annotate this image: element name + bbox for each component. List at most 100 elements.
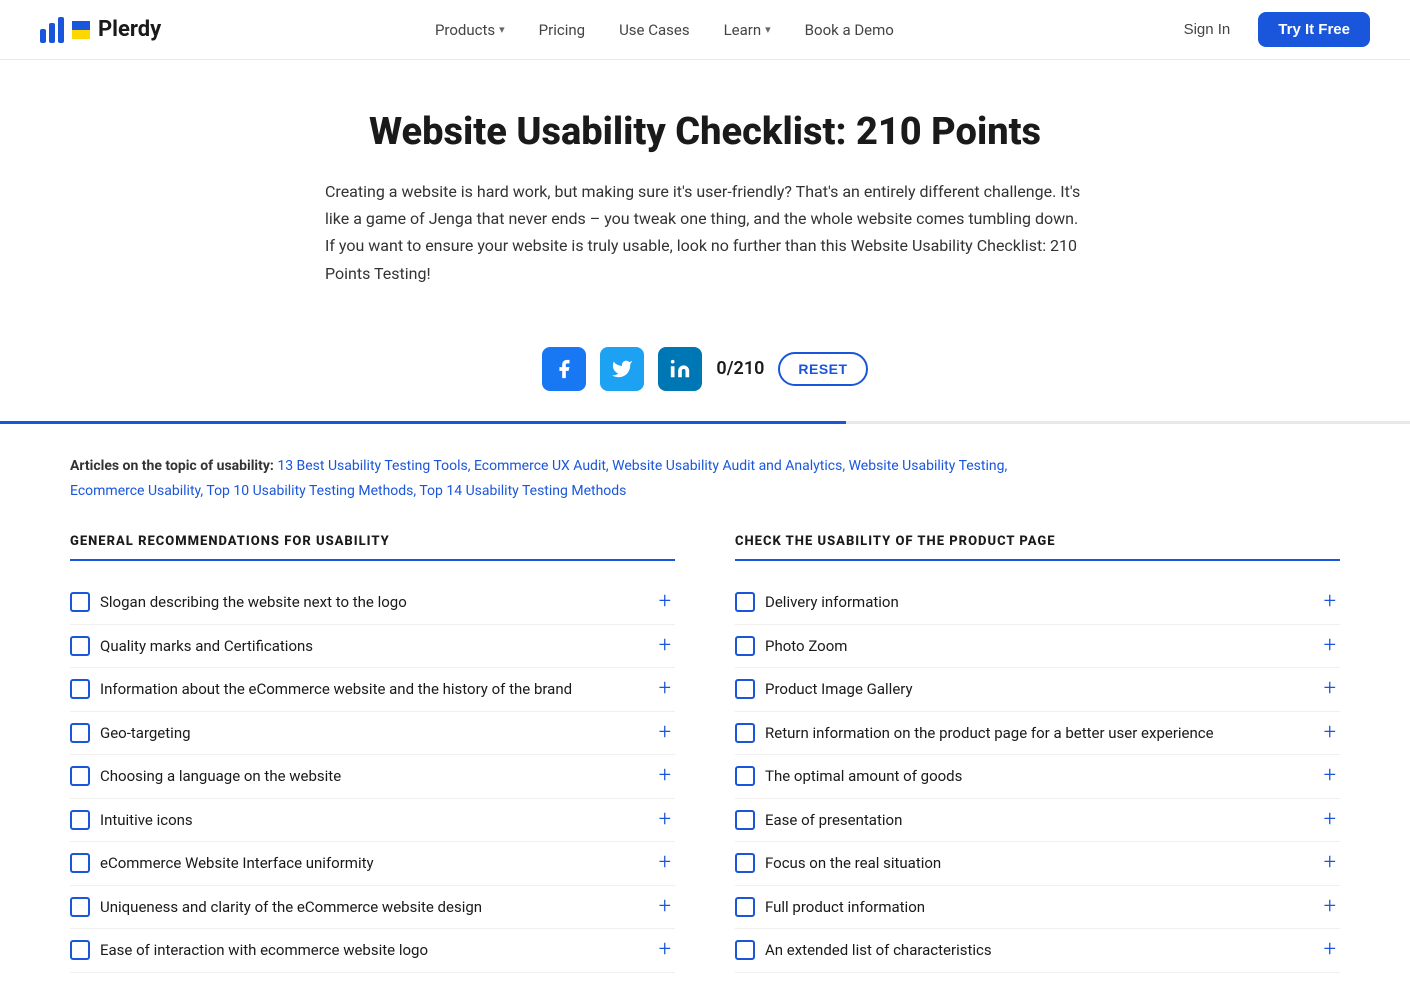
hero-description: Creating a website is hard work, but mak…: [325, 178, 1085, 287]
expand-button[interactable]: +: [655, 939, 675, 961]
article-link-4[interactable]: Website Usability Testing,: [849, 458, 1008, 474]
hero-section: Website Usability Checklist: 210 Points …: [255, 60, 1155, 317]
reset-button[interactable]: RESET: [778, 352, 867, 386]
checkbox-right-0[interactable]: [735, 592, 755, 612]
checkbox-3[interactable]: [70, 723, 90, 743]
checkbox-2[interactable]: [70, 679, 90, 699]
header: Plerdy Products ▾ Pricing Use Cases Lear…: [0, 0, 1410, 60]
checklist-left: Delivery information: [735, 591, 1308, 614]
expand-button[interactable]: +: [1320, 896, 1340, 918]
expand-button[interactable]: +: [655, 852, 675, 874]
checklist-left: Slogan describing the website next to th…: [70, 591, 643, 614]
checklist-left: Ease of presentation: [735, 809, 1308, 832]
list-item: Full product information +: [735, 886, 1340, 930]
item-label: Photo Zoom: [765, 635, 847, 658]
sign-in-button[interactable]: Sign In: [1168, 13, 1247, 46]
expand-button[interactable]: +: [655, 635, 675, 657]
list-item: Return information on the product page f…: [735, 712, 1340, 756]
expand-button[interactable]: +: [655, 678, 675, 700]
articles-label: Articles on the topic of usability:: [70, 458, 274, 474]
item-label: Return information on the product page f…: [765, 722, 1214, 745]
expand-button[interactable]: +: [1320, 678, 1340, 700]
expand-button[interactable]: +: [1320, 765, 1340, 787]
nav-book-demo[interactable]: Book a Demo: [791, 13, 908, 47]
item-label: Product Image Gallery: [765, 678, 913, 701]
facebook-share-button[interactable]: [542, 347, 586, 391]
list-item: Delivery information +: [735, 581, 1340, 625]
expand-button[interactable]: +: [655, 722, 675, 744]
list-item: Quality marks and Certifications +: [70, 625, 675, 669]
nav-products[interactable]: Products ▾: [421, 13, 519, 47]
nav-learn[interactable]: Learn ▾: [710, 13, 785, 47]
nav-pricing[interactable]: Pricing: [525, 13, 599, 47]
expand-button[interactable]: +: [655, 765, 675, 787]
right-column: CHECK THE USABILITY OF THE PRODUCT PAGE …: [735, 534, 1340, 973]
linkedin-share-button[interactable]: [658, 347, 702, 391]
checkbox-right-1[interactable]: [735, 636, 755, 656]
checkbox-8[interactable]: [70, 940, 90, 960]
list-item: Uniqueness and clarity of the eCommerce …: [70, 886, 675, 930]
checkbox-5[interactable]: [70, 810, 90, 830]
expand-button[interactable]: +: [1320, 722, 1340, 744]
checkbox-right-3[interactable]: [735, 723, 755, 743]
checkbox-right-6[interactable]: [735, 853, 755, 873]
item-label: Intuitive icons: [100, 809, 193, 832]
expand-button[interactable]: +: [1320, 852, 1340, 874]
logo[interactable]: Plerdy: [40, 17, 161, 43]
checkbox-1[interactable]: [70, 636, 90, 656]
checklist-left: An extended list of characteristics: [735, 939, 1308, 962]
list-item: Photo Zoom +: [735, 625, 1340, 669]
twitter-share-button[interactable]: [600, 347, 644, 391]
item-label: An extended list of characteristics: [765, 939, 992, 962]
checkbox-6[interactable]: [70, 853, 90, 873]
checkbox-right-8[interactable]: [735, 940, 755, 960]
main-nav: Products ▾ Pricing Use Cases Learn ▾ Boo…: [421, 13, 908, 47]
article-link-1[interactable]: 13 Best Usability Testing Tools,: [277, 458, 470, 474]
expand-button[interactable]: +: [655, 896, 675, 918]
item-label: eCommerce Website Interface uniformity: [100, 852, 374, 875]
list-item: Product Image Gallery +: [735, 668, 1340, 712]
expand-button[interactable]: +: [655, 809, 675, 831]
list-item: The optimal amount of goods +: [735, 755, 1340, 799]
expand-button[interactable]: +: [1320, 809, 1340, 831]
expand-button[interactable]: +: [1320, 591, 1340, 613]
article-link-5[interactable]: Ecommerce Usability,: [70, 483, 203, 499]
ukraine-flag-icon: [72, 21, 90, 39]
logo-bar-2: [49, 23, 55, 43]
item-label: Focus on the real situation: [765, 852, 941, 875]
article-link-3[interactable]: Website Usability Audit and Analytics,: [612, 458, 845, 474]
article-link-7[interactable]: Top 14 Usability Testing Methods: [419, 483, 626, 499]
checklist-left: Focus on the real situation: [735, 852, 1308, 875]
list-item: Ease of presentation +: [735, 799, 1340, 843]
checklist-left: Geo-targeting: [70, 722, 643, 745]
list-item: Geo-targeting +: [70, 712, 675, 756]
checklist-left: The optimal amount of goods: [735, 765, 1308, 788]
item-label: The optimal amount of goods: [765, 765, 962, 788]
list-item: Ease of interaction with ecommerce websi…: [70, 929, 675, 973]
list-item: Slogan describing the website next to th…: [70, 581, 675, 625]
expand-button[interactable]: +: [655, 591, 675, 613]
nav-use-cases[interactable]: Use Cases: [605, 13, 704, 47]
checkbox-0[interactable]: [70, 592, 90, 612]
article-link-2[interactable]: Ecommerce UX Audit,: [474, 458, 609, 474]
content-area: Articles on the topic of usability: 13 B…: [30, 424, 1380, 1003]
expand-button[interactable]: +: [1320, 939, 1340, 961]
article-link-6[interactable]: Top 10 Usability Testing Methods,: [206, 483, 416, 499]
chevron-down-icon: ▾: [499, 23, 505, 36]
expand-button[interactable]: +: [1320, 635, 1340, 657]
checklist-left: Choosing a language on the website: [70, 765, 643, 788]
checkbox-4[interactable]: [70, 766, 90, 786]
try-free-button[interactable]: Try It Free: [1258, 12, 1370, 47]
checkbox-right-5[interactable]: [735, 810, 755, 830]
item-label: Ease of interaction with ecommerce websi…: [100, 939, 428, 962]
checklist-left: Return information on the product page f…: [735, 722, 1308, 745]
social-counter-bar: 0/210 RESET: [0, 347, 1410, 391]
list-item: eCommerce Website Interface uniformity +: [70, 842, 675, 886]
checklist-left: Quality marks and Certifications: [70, 635, 643, 658]
checkbox-right-2[interactable]: [735, 679, 755, 699]
page-title: Website Usability Checklist: 210 Points: [295, 110, 1115, 154]
list-item: An extended list of characteristics +: [735, 929, 1340, 973]
checklist-left: Intuitive icons: [70, 809, 643, 832]
checkbox-right-4[interactable]: [735, 766, 755, 786]
checklist-left: Full product information: [735, 896, 1308, 919]
